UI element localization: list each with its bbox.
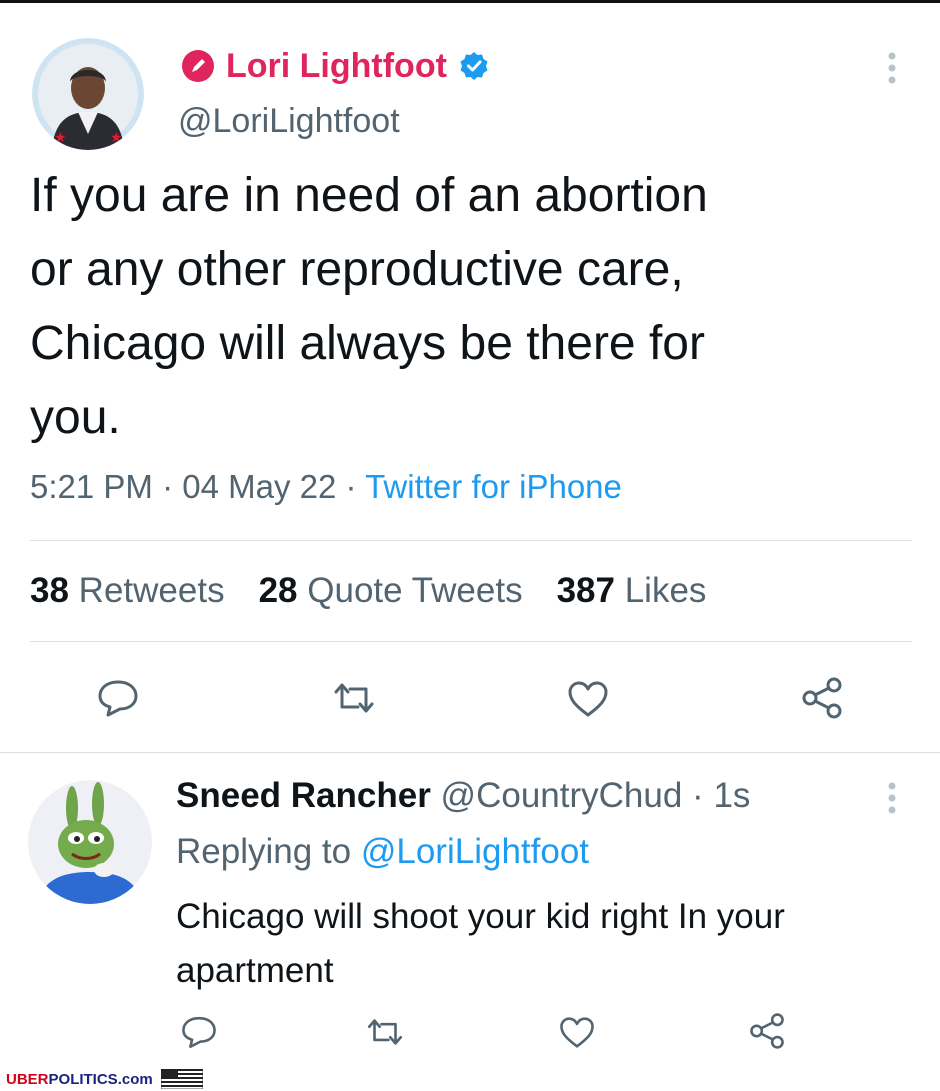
reply-more-options-icon[interactable] [885,780,899,816]
reply-text-line: apartment [176,951,334,990]
reply-author-handle[interactable]: @CountryChud [441,776,683,815]
svg-text:★: ★ [110,129,123,145]
verified-badge-icon [459,51,489,81]
divider [30,641,912,642]
reply-separator: · [692,776,704,815]
author-name[interactable]: Lori Lightfoot [226,47,447,86]
watermark: UBER POLITICS .com [6,1069,203,1089]
tweet-text-line: you. [30,391,121,444]
section-divider [0,752,940,753]
top-border [0,0,940,3]
retweets-label: Retweets [78,571,225,610]
reply-share-icon[interactable] [748,1012,786,1050]
like-icon[interactable] [566,679,610,719]
tweet-text-line: If you are in need of an abortion [30,169,708,222]
tweet-text-line: or any other reproductive care, [30,243,684,296]
reply-text-line: Chicago will shoot your kid right In you… [176,897,785,936]
tweet-time[interactable]: 5:21 PM [30,468,153,505]
pen-badge-icon [182,50,214,82]
tweet-text: If you are in need of an abortion or any… [30,159,910,455]
divider [30,540,912,541]
meta-separator: · [162,468,174,505]
tweet-text-line: Chicago will always be there for [30,317,705,370]
meta-separator: · [345,468,357,505]
tweet-date[interactable]: 04 May 22 [182,468,336,505]
reply-like-icon[interactable] [558,1015,596,1050]
reply-author-name[interactable]: Sneed Rancher [176,776,431,815]
reply-author-avatar[interactable] [28,780,152,904]
quotes-label: Quote Tweets [307,571,523,610]
us-flag-icon [160,1069,203,1089]
reply-icon[interactable] [96,678,140,718]
retweet-icon[interactable] [330,680,378,716]
share-icon[interactable] [800,676,844,720]
author-handle[interactable]: @LoriLightfoot [178,102,400,141]
author-avatar[interactable]: ★ ★ [32,38,144,150]
replying-to: Replying to @LoriLightfoot [176,832,589,872]
svg-text:★: ★ [54,129,67,145]
tweet-source-link[interactable]: Twitter for iPhone [365,468,622,505]
reply-retweet-icon[interactable] [364,1016,406,1048]
quotes-stat[interactable]: 28 Quote Tweets [259,571,523,611]
reply-header: Sneed Rancher @CountryChud · 1s [176,776,750,816]
tweet-stats: 38 Retweets 28 Quote Tweets 387 Likes [30,571,706,611]
tweet-meta: 5:21 PM · 04 May 22 · Twitter for iPhone [30,468,622,506]
author-name-row[interactable]: Lori Lightfoot [182,44,489,88]
retweets-stat[interactable]: 38 Retweets [30,571,225,611]
more-options-icon[interactable] [885,50,899,86]
likes-count: 387 [556,571,615,610]
likes-label: Likes [624,571,707,610]
quotes-count: 28 [258,571,298,610]
reply-text: Chicago will shoot your kid right In you… [176,890,785,998]
watermark-uber: UBER [6,1070,49,1088]
retweets-count: 38 [30,571,69,610]
reply-reply-icon[interactable] [180,1014,218,1050]
likes-stat[interactable]: 387 Likes [557,571,707,611]
watermark-politics: POLITICS [48,1070,118,1088]
watermark-domain: .com [117,1070,153,1088]
replying-to-handle[interactable]: @LoriLightfoot [361,832,589,871]
reply-age[interactable]: 1s [713,776,750,815]
replying-to-prefix: Replying to [176,832,352,871]
